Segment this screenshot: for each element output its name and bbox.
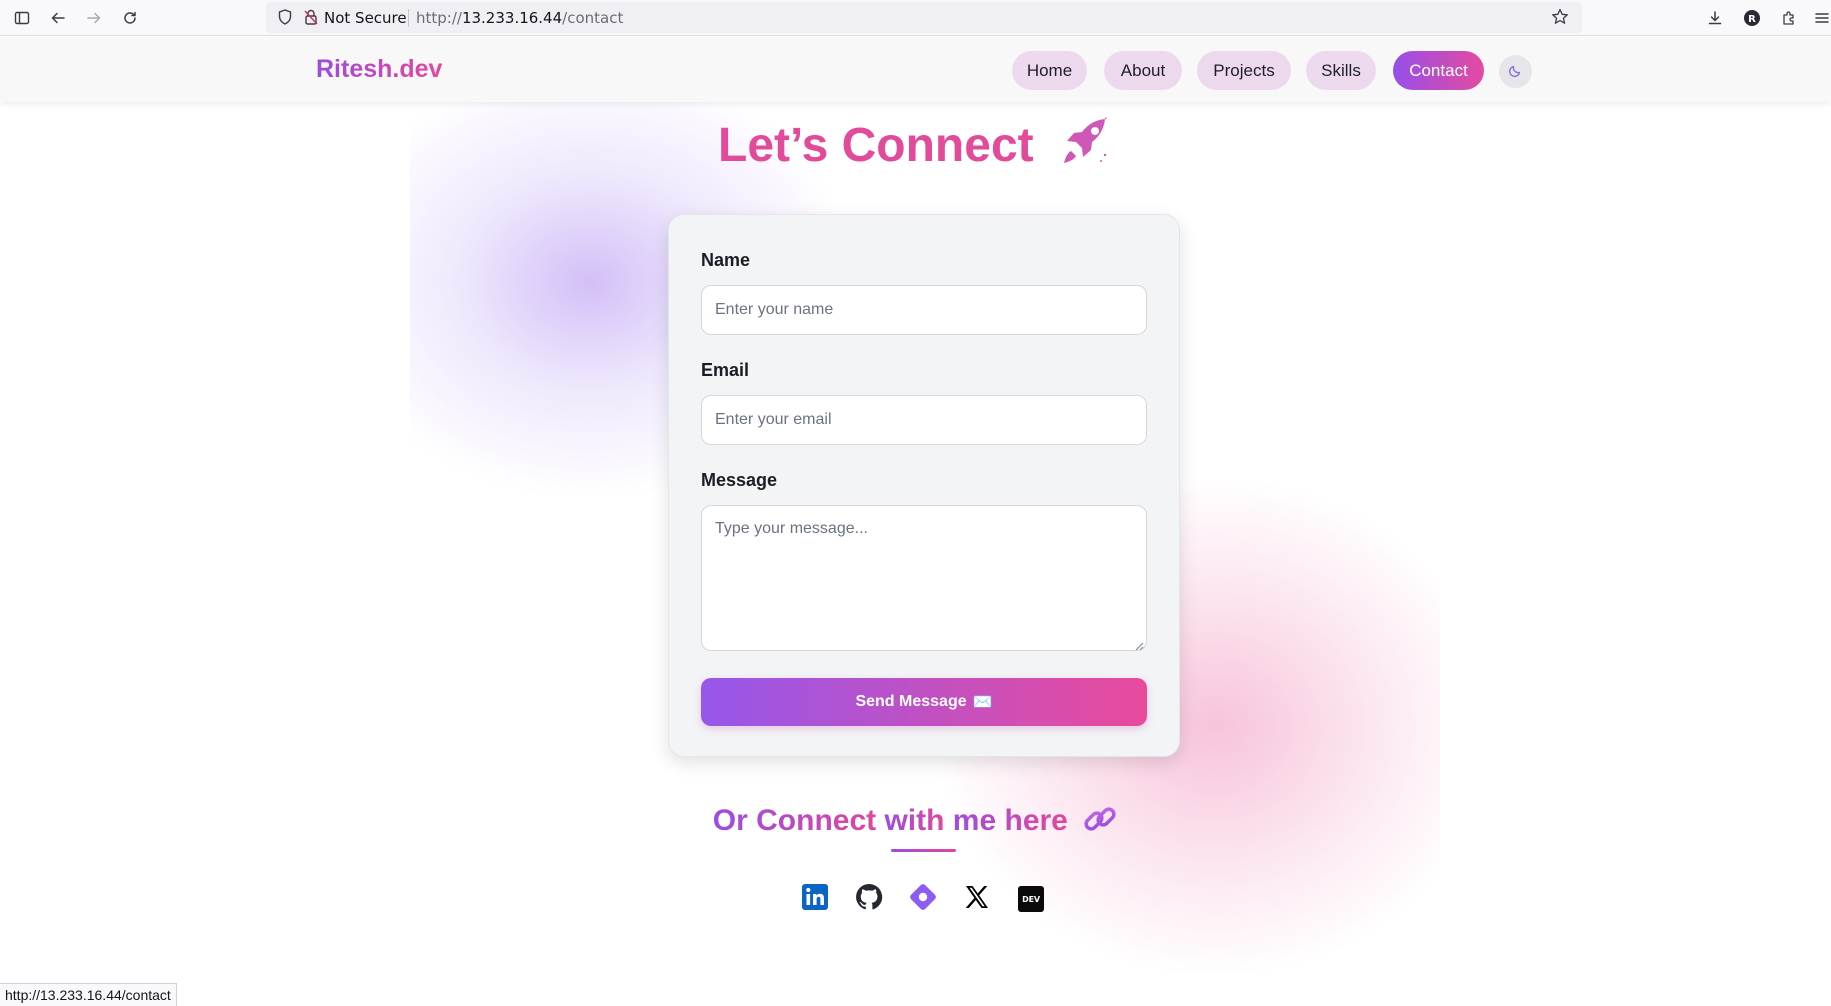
nav-contact[interactable]: Contact: [1393, 51, 1484, 90]
send-message-label: Send Message: [855, 693, 967, 710]
linkedin-icon: [801, 883, 829, 915]
envelope-icon: ✉️: [972, 694, 993, 711]
social-heading-part3: me here: [944, 804, 1068, 837]
email-label: Email: [701, 360, 750, 380]
back-icon[interactable]: [46, 6, 70, 30]
nav-projects[interactable]: Projects: [1197, 51, 1291, 90]
social-heading-part1: Or Connect: [712, 804, 885, 837]
star-icon[interactable]: [1550, 7, 1570, 27]
social-heading-part2: with: [884, 804, 945, 837]
social-heading-underline: [891, 849, 956, 852]
email-input[interactable]: Enter your email: [701, 395, 1147, 445]
linkedin-link[interactable]: [800, 884, 830, 914]
url-prefix: http://: [416, 9, 462, 27]
nav-home[interactable]: Home: [1012, 51, 1087, 90]
name-label: Name: [701, 250, 751, 270]
svg-text:R: R: [1748, 14, 1756, 25]
extensions-icon[interactable]: [1777, 6, 1801, 30]
url-text[interactable]: http://13.233.16.44/contact: [416, 9, 623, 27]
brand-logo[interactable]: Ritesh.dev: [316, 55, 442, 84]
email-placeholder: Enter your email: [715, 411, 832, 428]
browser-toolbar: Not Secure http://13.233.16.44/contact R: [0, 0, 1831, 36]
portfolio-link[interactable]: [908, 884, 938, 914]
name-input[interactable]: Enter your name: [701, 285, 1147, 335]
x-link[interactable]: [962, 884, 992, 914]
link-icon: [1082, 802, 1118, 836]
status-bar-url: http://13.233.16.44/contact: [0, 983, 177, 1006]
dev-icon: DEV: [1018, 886, 1044, 912]
page-title: Let’s Connect: [0, 115, 1831, 173]
dev-link[interactable]: DEV: [1016, 884, 1046, 914]
url-host: 13.233.16.44: [461, 9, 563, 27]
github-link[interactable]: [854, 882, 884, 916]
contact-page: Let’s Connect Name Enter your name Email…: [0, 102, 1831, 1006]
forward-icon[interactable]: [82, 6, 106, 30]
contact-form: Name Enter your name Email Enter your em…: [668, 214, 1180, 757]
menu-icon[interactable]: [1810, 6, 1831, 30]
social-heading: Or Connect with me here: [0, 802, 1831, 838]
account-icon[interactable]: R: [1740, 6, 1764, 30]
rocket-icon: [1057, 115, 1113, 167]
url-bar[interactable]: Not Secure http://13.233.16.44/contact: [266, 2, 1582, 33]
message-label: Message: [701, 470, 778, 490]
url-divider: [408, 9, 409, 27]
download-icon[interactable]: [1703, 6, 1727, 30]
site-navbar: Ritesh.dev Home About Projects Skills Co…: [0, 37, 1831, 102]
sidebar-icon[interactable]: [10, 6, 34, 30]
page-title-text: Let’s Connect: [718, 119, 1034, 172]
security-label[interactable]: Not Secure: [324, 9, 407, 27]
x-icon: [963, 883, 991, 915]
name-placeholder: Enter your name: [715, 301, 834, 318]
shield-icon[interactable]: [276, 8, 294, 26]
message-placeholder: Type your message...: [715, 520, 868, 537]
message-textarea[interactable]: Type your message...: [701, 505, 1147, 651]
github-icon: [854, 882, 884, 916]
nav-about[interactable]: About: [1104, 51, 1182, 90]
lock-icon[interactable]: [302, 8, 320, 26]
reload-icon[interactable]: [118, 6, 142, 30]
diamond-icon: [908, 882, 938, 916]
url-path: /contact: [562, 9, 624, 27]
nav-skills[interactable]: Skills: [1306, 51, 1376, 90]
theme-toggle-button[interactable]: [1499, 55, 1532, 88]
send-message-button[interactable]: Send Message ✉️: [701, 678, 1147, 726]
moon-icon: [1508, 62, 1524, 82]
resize-handle-icon[interactable]: [1134, 638, 1144, 651]
dev-badge-text: DEV: [1022, 894, 1040, 904]
